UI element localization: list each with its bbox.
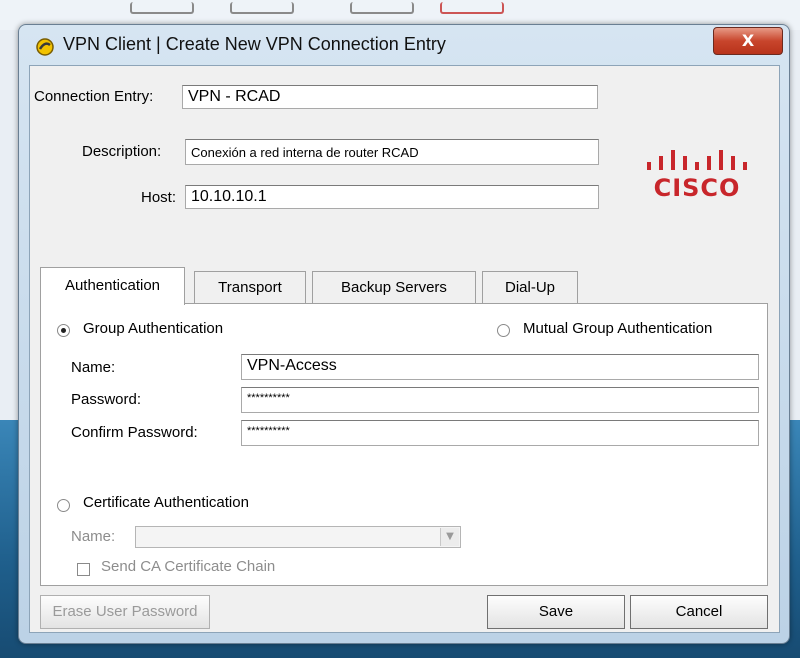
background-toolbar-glyph — [130, 2, 194, 14]
connection-entry-field[interactable]: VPN - RCAD — [182, 85, 598, 109]
vpn-dialog-window: VPN Client | Create New VPN Connection E… — [18, 24, 790, 644]
group-name-field[interactable]: VPN-Access — [241, 354, 759, 380]
cancel-button[interactable]: Cancel — [630, 595, 768, 629]
description-label: Description: — [82, 143, 162, 160]
confirm-password-label: Confirm Password: — [71, 424, 198, 441]
password-label: Password: — [71, 391, 142, 408]
group-auth-radio[interactable] — [57, 324, 70, 337]
mutual-auth-radio[interactable] — [497, 324, 510, 337]
background-toolbar-glyph — [440, 2, 504, 14]
host-label: Host: — [141, 189, 177, 206]
connection-entry-label: Connection Entry: — [34, 88, 154, 105]
close-button[interactable]: X — [713, 27, 783, 55]
tab-authentication[interactable]: Authentication — [40, 267, 185, 305]
background-toolbar-glyph — [230, 2, 294, 14]
vpn-lock-icon — [36, 38, 54, 56]
certificate-auth-radio[interactable] — [57, 499, 70, 512]
save-button[interactable]: Save — [487, 595, 625, 629]
tab-dial-up[interactable]: Dial-Up — [482, 271, 578, 304]
send-ca-checkbox[interactable] — [77, 563, 90, 576]
password-field[interactable]: ********** — [241, 387, 759, 413]
cisco-wordmark: CISCO — [653, 174, 741, 202]
certificate-name-label: Name: — [71, 528, 116, 545]
description-field[interactable]: Conexión a red interna de router RCAD — [185, 139, 599, 165]
dialog-client-area: Connection Entry: VPN - RCAD Description… — [29, 65, 780, 633]
title-bar[interactable]: VPN Client | Create New VPN Connection E… — [19, 25, 789, 65]
tab-transport[interactable]: Transport — [194, 271, 306, 304]
chevron-down-icon[interactable]: ▼ — [440, 528, 459, 546]
window-title: VPN Client | Create New VPN Connection E… — [63, 34, 446, 54]
certificate-auth-label: Certificate Authentication — [83, 494, 249, 511]
tab-backup-servers[interactable]: Backup Servers — [312, 271, 476, 304]
background-toolbar-glyph — [350, 2, 414, 14]
certificate-name-dropdown[interactable]: ▼ — [135, 526, 461, 548]
cisco-logo: CISCO — [627, 146, 767, 206]
group-auth-label: Group Authentication — [83, 320, 224, 337]
host-field[interactable]: 10.10.10.1 — [185, 185, 599, 209]
cisco-bars-icon — [647, 150, 747, 170]
erase-password-button[interactable]: Erase User Password — [40, 595, 210, 629]
name-label: Name: — [71, 359, 116, 376]
mutual-auth-label: Mutual Group Authentication — [523, 320, 713, 337]
authentication-panel: Group Authentication Mutual Group Authen… — [40, 303, 768, 586]
confirm-password-field[interactable]: ********** — [241, 420, 759, 446]
send-ca-label: Send CA Certificate Chain — [101, 558, 276, 575]
